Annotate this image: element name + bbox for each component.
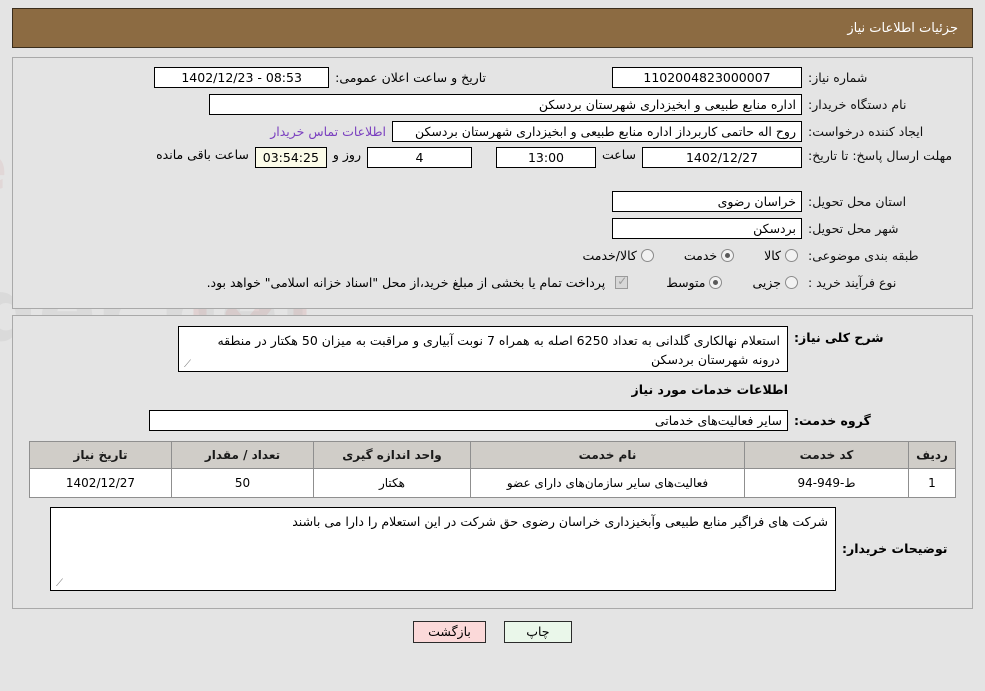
radio-icon-khedmat[interactable] (721, 248, 735, 262)
row-need-number: شماره نیاز: 1102004823000007 تاریخ و ساع… (23, 66, 962, 88)
category-option-khedmat[interactable]: خدمت (684, 248, 738, 263)
category-option-kala[interactable]: کالا (764, 248, 802, 263)
deadline-time-value: 13:00 (495, 147, 596, 168)
row-process-type: نوع فرآیند خرید : جزیی متوسط پرداخت تمام… (23, 271, 962, 293)
category-option-kala-khedmat[interactable]: کالا/خدمت (582, 248, 657, 263)
row-deadline: مهلت ارسال پاسخ: تا تاریخ: 1402/12/27 سا… (23, 147, 962, 185)
need-summary-panel: شماره نیاز: 1102004823000007 تاریخ و ساع… (12, 57, 973, 309)
remaining-days-value: 4 (366, 147, 472, 168)
category-option-khedmat-label: خدمت (683, 247, 718, 263)
table-header-row: ردیف کد خدمت نام خدمت واحد اندازه گیری ت… (29, 441, 956, 469)
cell-code: ط-949-94 (744, 468, 909, 498)
treasury-checkbox[interactable] (615, 274, 629, 289)
process-label: نوع فرآیند خرید : (808, 274, 897, 290)
deadline-time-label: ساعت (601, 147, 636, 162)
col-code: کد خدمت (744, 441, 909, 469)
table-row: 1 ط-949-94 فعالیت‌های سایر سازمان‌های دا… (29, 468, 956, 498)
resize-grip-icon-notes[interactable] (53, 579, 63, 589)
cell-radif: 1 (908, 468, 956, 498)
row-province: استان محل تحویل: خراسان رضوی (23, 190, 962, 212)
buyer-notes-value: شرکت های فراگیر منابع طبیعی وآبخیزداری خ… (292, 514, 828, 529)
province-label: استان محل تحویل: (808, 193, 907, 209)
page-root: جزئیات اطلاعات نیاز شماره نیاز: 11020048… (0, 0, 985, 691)
remaining-hours-label: ساعت باقی مانده (156, 147, 249, 162)
buyer-notes-label: توضیحات خریدار: (842, 541, 948, 556)
category-label: طبقه بندی موضوعی: (808, 247, 919, 263)
announce-value: 08:53 - 1402/12/23 (154, 66, 330, 88)
category-option-kala-khedmat-label: کالا/خدمت (582, 247, 637, 263)
footer-button-bar: چاپ بازگشت (12, 621, 973, 643)
resize-grip-icon[interactable] (181, 360, 191, 370)
cell-date: 1402/12/27 (29, 468, 172, 498)
process-radio-group: جزیی متوسط (640, 275, 802, 290)
announce-label: تاریخ و ساعت اعلان عمومی: (335, 69, 486, 85)
row-category: طبقه بندی موضوعی: کالا خدمت کالا/خدمت (23, 244, 962, 266)
col-radif: ردیف (908, 441, 956, 469)
page-title-bar: جزئیات اطلاعات نیاز (12, 8, 973, 48)
requester-value: روح اله حاتمی کاربرداز اداره منابع طبیعی… (392, 120, 802, 142)
process-option-jozei[interactable]: جزیی (752, 275, 802, 290)
deadline-date-value: 1402/12/27 (642, 147, 802, 168)
row-buyer-org: نام دستگاه خریدار: اداره منابع طبیعی و ا… (23, 93, 962, 115)
cell-unit: هکتار (313, 468, 471, 498)
summary-label: شرح کلی نیاز: (794, 330, 884, 345)
need-details-panel: شرح کلی نیاز: استعلام نهالکاری گلدانی به… (12, 315, 973, 609)
cell-quantity: 50 (171, 468, 314, 498)
process-option-motavaset[interactable]: متوسط (666, 275, 726, 290)
buyer-org-value: اداره منابع طبیعی و ابخیزداری شهرستان بر… (209, 93, 802, 115)
remaining-days-label: روز و (332, 147, 361, 162)
treasury-note: پرداخت تمام یا بخشی از مبلغ خرید،از محل … (206, 274, 606, 290)
row-requester: ایجاد کننده درخواست: روح اله حاتمی کاربر… (23, 120, 962, 142)
summary-textarea[interactable]: استعلام نهالکاری گلدانی به تعداد 6250 اص… (178, 326, 788, 372)
process-option-motavaset-label: متوسط (666, 274, 706, 290)
category-option-kala-label: کالا (764, 247, 781, 263)
page-title: جزئیات اطلاعات نیاز (847, 20, 958, 36)
service-group-value: سایر فعالیت‌های خدماتی (149, 409, 788, 431)
countdown-timer: 03:54:25 (254, 147, 327, 168)
radio-icon-jozei[interactable] (785, 275, 798, 289)
radio-icon-motavaset[interactable] (709, 275, 723, 289)
deadline-label: مهلت ارسال پاسخ: تا تاریخ: (808, 148, 953, 163)
buyer-contact-link[interactable]: اطلاعات تماس خریدار (264, 124, 392, 139)
col-unit: واحد اندازه گیری (313, 441, 471, 469)
category-radio-group: کالا خدمت کالا/خدمت (556, 248, 802, 263)
process-option-jozei-label: جزیی (752, 274, 781, 290)
buyer-notes-textarea[interactable]: شرکت های فراگیر منابع طبیعی وآبخیزداری خ… (50, 507, 836, 591)
row-city: شهر محل تحویل: بردسکن (23, 217, 962, 239)
col-date: تاریخ نیاز (29, 441, 172, 469)
province-value: خراسان رضوی (612, 190, 802, 212)
print-button[interactable]: چاپ (503, 621, 572, 643)
cell-name: فعالیت‌های سایر سازمان‌های دارای عضو (470, 468, 745, 498)
row-summary: شرح کلی نیاز: استعلام نهالکاری گلدانی به… (23, 326, 962, 372)
city-value: بردسکن (612, 217, 802, 239)
col-name: نام خدمت (470, 441, 745, 469)
need-number-value: 1102004823000007 (612, 66, 802, 88)
radio-icon-kala-khedmat[interactable] (640, 248, 654, 262)
row-buyer-notes: توضیحات خریدار: شرکت های فراگیر منابع طب… (23, 507, 962, 591)
radio-icon-kala[interactable] (785, 248, 798, 262)
services-table: ردیف کد خدمت نام خدمت واحد اندازه گیری ت… (29, 441, 956, 498)
need-number-label: شماره نیاز: (808, 69, 868, 85)
col-quantity: تعداد / مقدار (171, 441, 314, 469)
services-heading: اطلاعات خدمات مورد نیاز (631, 382, 789, 397)
row-service-group: گروه خدمت: سایر فعالیت‌های خدماتی (23, 409, 962, 431)
city-label: شهر محل تحویل: (808, 220, 899, 236)
service-group-label: گروه خدمت: (794, 412, 871, 428)
summary-value: استعلام نهالکاری گلدانی به تعداد 6250 اص… (217, 333, 780, 367)
requester-label: ایجاد کننده درخواست: (808, 123, 924, 139)
back-button[interactable]: بازگشت (413, 621, 486, 643)
buyer-org-label: نام دستگاه خریدار: (808, 96, 907, 112)
